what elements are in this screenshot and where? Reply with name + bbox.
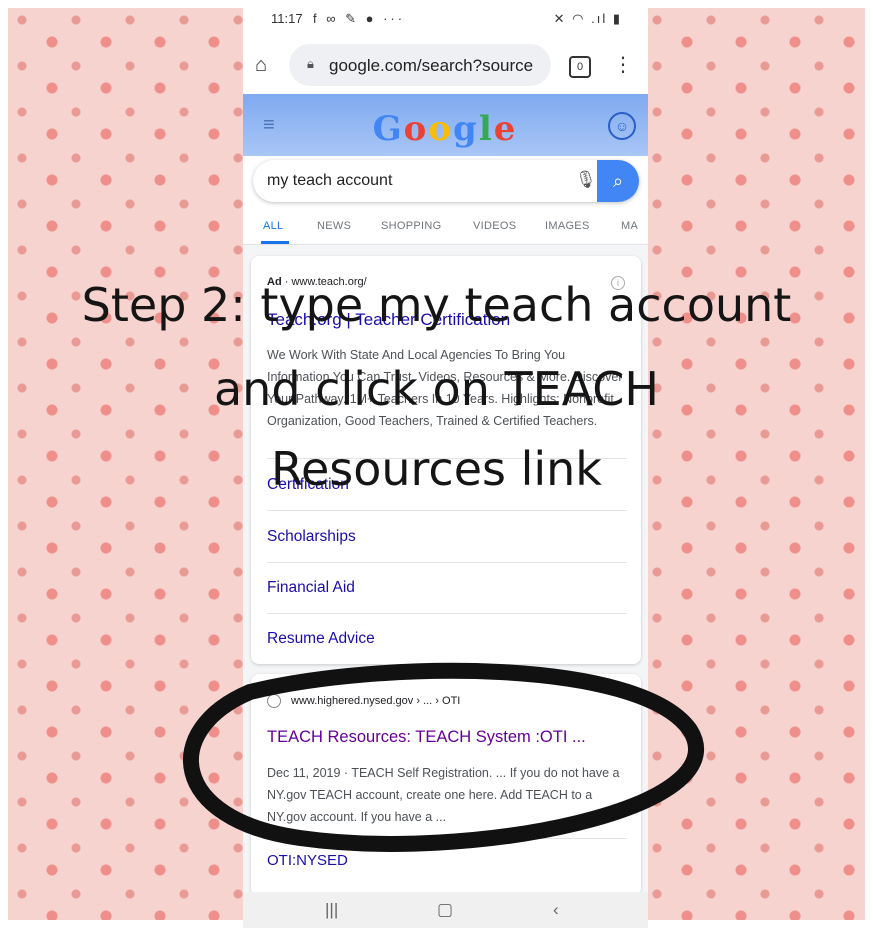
lock-icon: 🔒︎: [307, 56, 314, 71]
back-icon[interactable]: ‹: [553, 900, 559, 920]
sitelink-oti-nysed[interactable]: OTI:NYSED: [267, 852, 348, 869]
tab-all[interactable]: ALL: [263, 220, 283, 232]
android-nav-bar: ||| ▢ ‹: [243, 892, 648, 928]
sitelink-scholarships[interactable]: Scholarships: [267, 528, 356, 546]
microphone-icon[interactable]: 🎙︎: [575, 170, 597, 190]
instruction-line-1: Step 2: type my teach account: [81, 278, 792, 332]
sitelink-financial-aid[interactable]: Financial Aid: [267, 579, 355, 597]
address-bar[interactable]: 🔒︎ google.com/search?source: [289, 44, 551, 86]
result-url[interactable]: www.highered.nysed.gov › ... › OTI: [291, 695, 460, 707]
tab-maps[interactable]: MA: [621, 220, 638, 232]
status-bar: 11:17 f ∞ ✎ ● ··· ✕ ◠ .ıl ▮: [243, 0, 648, 38]
account-icon[interactable]: ☺: [608, 112, 636, 140]
notification-icons: f ∞ ✎ ● ···: [313, 11, 406, 26]
active-tab-indicator: [261, 241, 289, 244]
sitelink-resume-advice[interactable]: Resume Advice: [267, 630, 375, 648]
google-doodle-logo[interactable]: Google: [369, 104, 521, 156]
tab-images[interactable]: IMAGES: [545, 220, 590, 232]
tabs-count-icon[interactable]: 0: [569, 56, 591, 78]
instruction-line-3: Resources link: [271, 442, 602, 496]
tab-news[interactable]: NEWS: [317, 220, 351, 232]
url-text: google.com/search?source: [329, 56, 534, 75]
search-button[interactable]: ⌕: [597, 160, 639, 202]
result-description: Dec 11, 2019 · TEACH Self Registration. …: [267, 766, 620, 824]
divider: [267, 838, 627, 839]
recent-apps-icon[interactable]: |||: [325, 900, 338, 920]
divider: [267, 562, 627, 563]
browser-toolbar: ⌂ 🔒︎ google.com/search?source 0 ⋮: [243, 38, 648, 94]
search-box[interactable]: my teach account 🎙︎ ⌕: [253, 160, 639, 202]
divider: [267, 510, 627, 511]
globe-favicon-icon: [267, 694, 281, 708]
search-input[interactable]: my teach account: [267, 172, 392, 190]
organic-result-card: www.highered.nysed.gov › ... › OTI TEACH…: [251, 674, 641, 896]
tab-shopping[interactable]: SHOPPING: [381, 220, 441, 232]
tab-videos[interactable]: VIDEOS: [473, 220, 516, 232]
instruction-line-2: and click on TEACH: [213, 362, 660, 416]
home-button-icon[interactable]: ▢: [437, 900, 453, 920]
status-time: 11:17: [271, 11, 303, 26]
result-meta: www.highered.nysed.gov › ... › OTI: [267, 694, 460, 708]
hamburger-menu-icon[interactable]: ≡: [263, 114, 275, 137]
home-icon[interactable]: ⌂: [255, 54, 267, 77]
google-header: ≡ Google ☺ my teach account 🎙︎ ⌕: [243, 94, 648, 212]
search-tabs: ALL NEWS SHOPPING VIDEOS IMAGES MA: [243, 212, 648, 245]
kebab-menu-icon[interactable]: ⋮: [613, 52, 633, 77]
divider: [267, 613, 627, 614]
system-status-icons: ✕ ◠ .ıl ▮: [553, 11, 622, 26]
doodle-banner: ≡ Google ☺: [243, 94, 648, 156]
result-title-link[interactable]: TEACH Resources: TEACH System :OTI ...: [267, 728, 586, 747]
